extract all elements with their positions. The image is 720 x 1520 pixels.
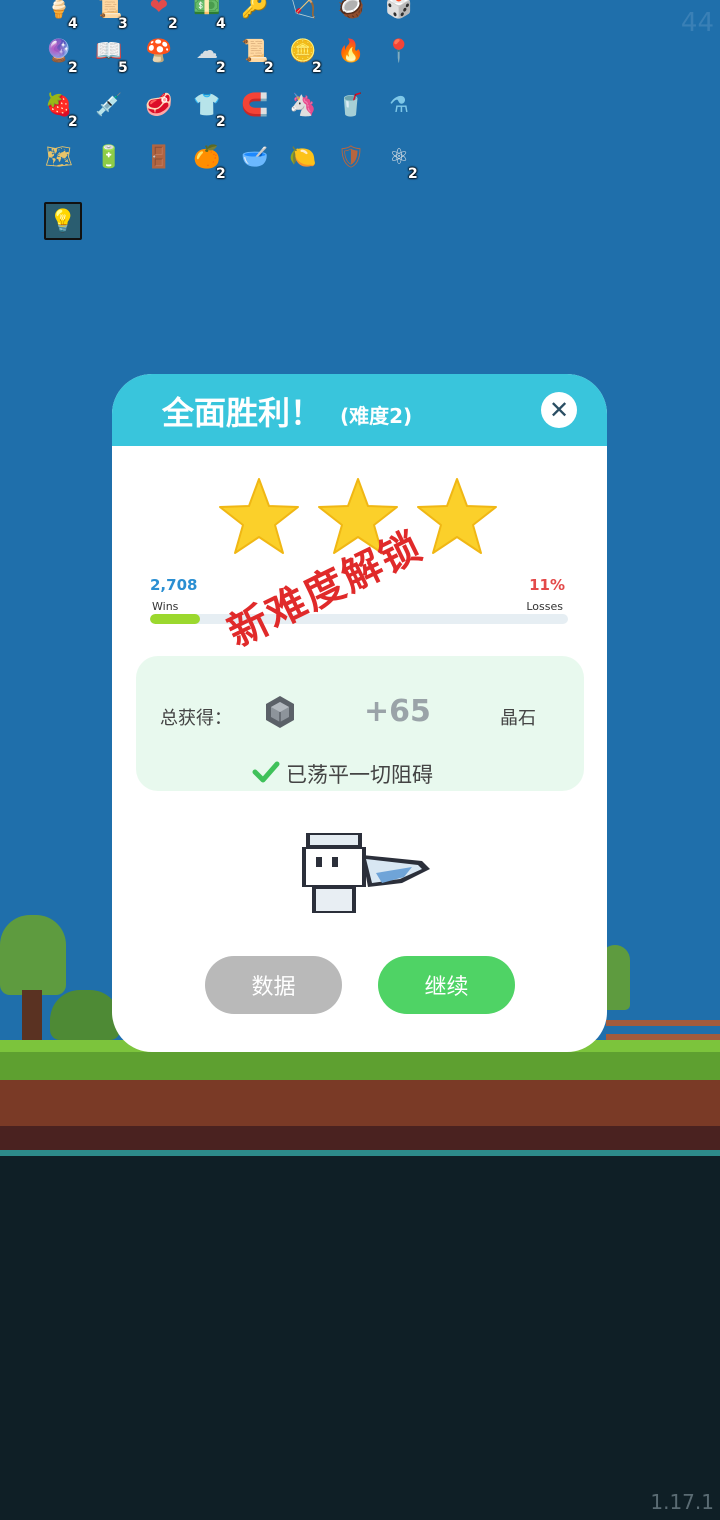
wins-value: 2,708 [150,576,198,594]
ground-underground [0,1150,720,1520]
tree-trunk-left [22,990,42,1040]
shield-icon[interactable]: 🛡 [332,138,370,176]
item-count-badge: 2 [264,60,274,76]
item-count-badge: 2 [312,60,322,76]
orange-slice-icon[interactable]: 🍊 2 [188,138,226,183]
gem-icon [266,696,294,728]
victory-modal: 全面胜利！ (难度2) ✕ 2,708 Wins 11% Losses 总获得：… [112,374,607,1052]
key-icon[interactable]: 🔑 [236,0,274,26]
item-count-badge: 4 [216,16,226,32]
version-label: 1.17.1 [650,1490,714,1514]
coins-icon[interactable]: 🪙 2 [284,32,322,77]
reward-amount: +65 [364,694,431,729]
difficulty-label: (难度2) [340,404,413,428]
ice-cream-icon[interactable]: 🍦 4 [40,0,78,32]
fence-right [606,1020,720,1026]
item-count-badge: 2 [216,166,226,182]
losses-value: 11% [529,576,565,594]
heart-icon[interactable]: ❤ 2 [140,0,178,32]
losses-label: Losses [526,600,563,613]
cloud-icon[interactable]: ☁ 2 [188,32,226,77]
star-icon [219,478,299,554]
lightbulb-card-icon[interactable]: 💡 [44,202,82,240]
item-count-badge: 3 [118,16,128,32]
book-icon[interactable]: 📖 5 [90,32,128,77]
reward-panel: 总获得： +65 晶石 已荡平一切阻碍 [136,656,584,791]
water-line [0,1150,720,1156]
item-count-badge: 5 [118,60,128,76]
cleared-text: 已荡平一切阻碍 [286,763,433,787]
unicorn-icon[interactable]: 🦄 [284,86,322,124]
mortar-icon[interactable]: 🥣 [236,138,274,176]
close-button[interactable]: ✕ [541,392,577,428]
item-count-badge: 2 [216,60,226,76]
lime-icon[interactable]: 🍋 [284,138,322,176]
tree-left [0,915,66,995]
dice-icon[interactable]: 🎲 [380,0,418,26]
ground-dirt [0,1080,720,1150]
reward-unit: 晶石 [500,708,536,729]
corner-counter: 44 [680,8,714,38]
battery-icon[interactable]: 🔋 [90,138,128,176]
door-icon[interactable]: 🚪 [140,138,178,176]
syringe-icon[interactable]: 💉 [90,86,128,124]
paper-scroll-icon[interactable]: 📜 2 [236,32,274,77]
map-note-icon[interactable]: 🗺 [40,138,78,176]
item-count-badge: 2 [68,60,78,76]
continue-button[interactable]: 继续 [378,956,515,1014]
cash-icon[interactable]: 💵 4 [188,0,226,32]
hero-sprite [302,833,430,913]
torch-icon[interactable]: 🔥 [332,32,370,70]
modal-header: 全面胜利！ (难度2) ✕ [112,374,607,446]
item-count-badge: 2 [216,114,226,130]
wins-label: Wins [152,600,179,613]
star-icon [417,478,497,554]
coconut-drink-icon[interactable]: 🥤 [332,86,370,124]
item-count-badge: 2 [68,114,78,130]
map-pin-icon[interactable]: 📍 [380,32,418,70]
scroll-icon[interactable]: 📜 3 [90,0,128,32]
check-icon [252,761,280,783]
modal-title: 全面胜利！ [162,394,323,432]
strawberry-icon[interactable]: 🍓 2 [40,86,78,131]
reward-label: 总获得： [160,708,232,729]
progress-fill [150,614,201,624]
bow-icon[interactable]: 🏹 [284,0,322,26]
mushroom-icon[interactable]: 🍄 [140,32,178,70]
crystal-ball-icon[interactable]: 🔮 2 [40,32,78,77]
molecule-icon[interactable]: ⚛ 2 [380,138,418,183]
item-count-badge: 2 [408,166,418,182]
meat-icon[interactable]: 🥩 [140,86,178,124]
inventory-grid: 🍦 4 📜 3 ❤ 2 💵 4 🔑 🏹 🥥 🎲 🔮 2 📖 5 🍄 ☁ 2 📜 2 🪙 2 🔥 📍 🍓 2 💉 🥩 👕 2 🧲 🦄 🥤 ⚗ 🗺 🔋 🚪 🍊 2… [40,0,440,240]
item-count-badge: 2 [168,16,178,32]
potion-flask-icon[interactable]: ⚗ [380,86,418,124]
coconut-icon[interactable]: 🥥 [332,0,370,26]
stats-button[interactable]: 数据 [205,956,342,1014]
tree-left-bush [50,990,120,1040]
shirt-icon[interactable]: 👕 2 [188,86,226,131]
item-count-badge: 4 [68,16,78,32]
progress-bar [150,614,568,624]
magnet-icon[interactable]: 🧲 [236,86,274,124]
